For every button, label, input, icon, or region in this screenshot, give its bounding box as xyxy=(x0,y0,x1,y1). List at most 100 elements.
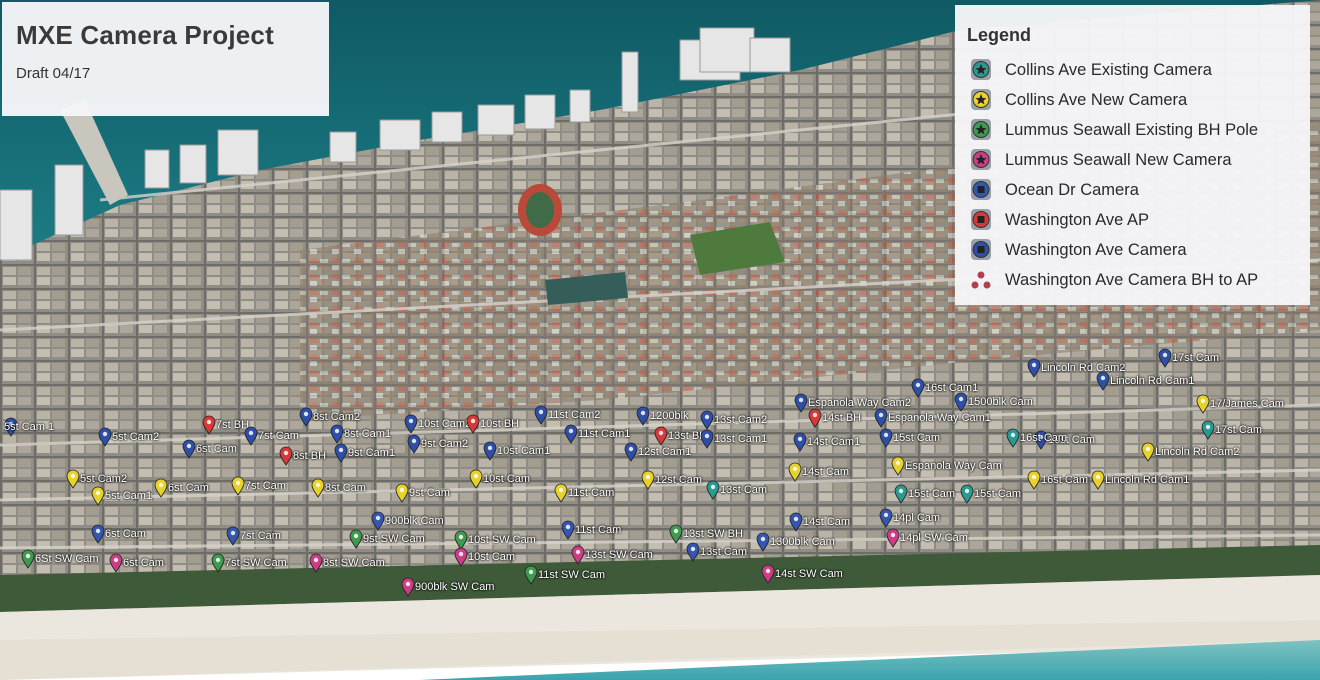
camera-pin-icon[interactable] xyxy=(371,511,385,531)
marker-label: 14st Cam xyxy=(802,466,850,478)
camera-pin-icon[interactable] xyxy=(700,410,714,430)
camera-pin-icon[interactable] xyxy=(395,483,409,503)
camera-pin-icon[interactable] xyxy=(686,542,700,562)
marker-label: 1200blk xyxy=(650,410,689,422)
camera-pin-icon[interactable] xyxy=(483,441,497,461)
marker-label: 6st Cam xyxy=(196,443,237,455)
marker-label: 8st SW Cam xyxy=(323,557,385,569)
camera-pin-icon[interactable] xyxy=(1196,394,1210,414)
camera-pin-icon[interactable] xyxy=(202,415,216,435)
camera-pin-icon[interactable] xyxy=(109,553,123,573)
camera-pin-icon[interactable] xyxy=(954,392,968,412)
camera-pin-icon[interactable] xyxy=(1027,470,1041,490)
camera-pin-icon[interactable] xyxy=(874,408,888,428)
camera-pin-icon[interactable] xyxy=(636,406,650,426)
camera-pin-icon[interactable] xyxy=(706,480,720,500)
marker-label: 9st SW Cam xyxy=(363,533,425,545)
camera-pin-icon[interactable] xyxy=(788,462,802,482)
camera-pin-icon[interactable] xyxy=(91,486,105,506)
camera-pin-icon[interactable] xyxy=(91,524,105,544)
marker-label: 9st Cam xyxy=(409,487,450,499)
star-pin-icon xyxy=(971,119,991,140)
camera-pin-icon[interactable] xyxy=(404,414,418,434)
camera-pin-icon[interactable] xyxy=(454,547,468,567)
camera-pin-icon[interactable] xyxy=(808,408,822,428)
camera-pin-icon[interactable] xyxy=(330,424,344,444)
camera-pin-icon[interactable] xyxy=(469,469,483,489)
camera-pin-icon[interactable] xyxy=(554,483,568,503)
marker-label: 10st Cam1 xyxy=(497,445,551,457)
star-pin-icon xyxy=(971,89,991,110)
marker-label: 5st Cam 1 xyxy=(4,421,55,433)
camera-pin-icon[interactable] xyxy=(669,524,683,544)
camera-pin-icon[interactable] xyxy=(794,393,808,413)
camera-pin-icon[interactable] xyxy=(756,532,770,552)
camera-pin-icon[interactable] xyxy=(879,508,893,528)
camera-pin-icon[interactable] xyxy=(894,484,908,504)
marker-label: 5st Cam1 xyxy=(105,490,153,502)
legend-item: Collins Ave Existing Camera xyxy=(969,55,1258,85)
camera-pin-icon[interactable] xyxy=(891,456,905,476)
camera-pin-icon[interactable] xyxy=(334,443,348,463)
marker-label: 14st BH xyxy=(822,412,862,424)
marker-label: 5st Cam2 xyxy=(80,473,128,485)
camera-pin-icon[interactable] xyxy=(524,565,538,585)
marker-label: 17st Cam xyxy=(1172,352,1220,364)
camera-pin-icon[interactable] xyxy=(1091,470,1105,490)
camera-pin-icon[interactable] xyxy=(244,426,258,446)
camera-pin-icon[interactable] xyxy=(1096,371,1110,391)
camera-pin-icon[interactable] xyxy=(960,484,974,504)
marker-label: 15st Cam xyxy=(908,488,956,500)
camera-pin-icon[interactable] xyxy=(154,478,168,498)
camera-pin-icon[interactable] xyxy=(182,439,196,459)
camera-pin-icon[interactable] xyxy=(624,442,638,462)
camera-pin-icon[interactable] xyxy=(1201,420,1215,440)
marker-label: 12st Cam1 xyxy=(638,446,692,458)
camera-pin-icon[interactable] xyxy=(911,378,925,398)
marker-label: 10st Cam2 xyxy=(418,418,472,430)
camera-pin-icon[interactable] xyxy=(66,469,80,489)
camera-pin-icon[interactable] xyxy=(564,424,578,444)
camera-pin-icon[interactable] xyxy=(279,446,293,466)
camera-pin-icon[interactable] xyxy=(789,512,803,532)
camera-pin-icon[interactable] xyxy=(466,414,480,434)
camera-pin-icon[interactable] xyxy=(1158,348,1172,368)
marker-label: 11st Cam1 xyxy=(578,428,631,440)
camera-pin-icon[interactable] xyxy=(654,426,668,446)
camera-pin-icon[interactable] xyxy=(1141,442,1155,462)
camera-pin-icon[interactable] xyxy=(561,520,575,540)
camera-pin-icon[interactable] xyxy=(311,478,325,498)
camera-pin-icon[interactable] xyxy=(407,434,421,454)
camera-pin-icon[interactable] xyxy=(793,432,807,452)
legend-item-label: Lummus Seawall Existing BH Pole xyxy=(1005,120,1259,139)
marker-label: 6St SW Cam xyxy=(35,553,99,565)
marker-label: 13st Cam xyxy=(720,484,768,496)
camera-pin-icon[interactable] xyxy=(641,470,655,490)
legend-item: Lummus Seawall Existing BH Pole xyxy=(969,115,1258,145)
camera-pin-icon[interactable] xyxy=(299,407,313,427)
camera-pin-icon[interactable] xyxy=(211,553,225,573)
camera-pin-icon[interactable] xyxy=(309,553,323,573)
square-pin-icon xyxy=(971,239,991,260)
camera-pin-icon[interactable] xyxy=(231,476,245,496)
camera-pin-icon[interactable] xyxy=(98,427,112,447)
marker-label: 13st Cam1 xyxy=(714,433,768,445)
marker-label: Espanola Way Cam1 xyxy=(888,412,991,424)
camera-pin-icon[interactable] xyxy=(1006,428,1020,448)
camera-pin-icon[interactable] xyxy=(401,577,415,597)
camera-pin-icon[interactable] xyxy=(571,545,585,565)
marker-label: 16st Cam xyxy=(1041,474,1089,486)
camera-pin-icon[interactable] xyxy=(761,564,775,584)
legend-item-label: Washington Ave Camera xyxy=(1005,240,1187,259)
camera-pin-icon[interactable] xyxy=(349,529,363,549)
legend-item-label: Washington Ave AP xyxy=(1005,210,1150,229)
square-pin-icon xyxy=(971,179,991,200)
camera-pin-icon[interactable] xyxy=(886,528,900,548)
camera-pin-icon[interactable] xyxy=(534,405,548,425)
marker-label: 15st Cam xyxy=(893,432,941,444)
camera-pin-icon[interactable] xyxy=(700,429,714,449)
camera-pin-icon[interactable] xyxy=(21,549,35,569)
camera-pin-icon[interactable] xyxy=(226,526,240,546)
camera-pin-icon[interactable] xyxy=(879,428,893,448)
camera-pin-icon[interactable] xyxy=(1027,358,1041,378)
